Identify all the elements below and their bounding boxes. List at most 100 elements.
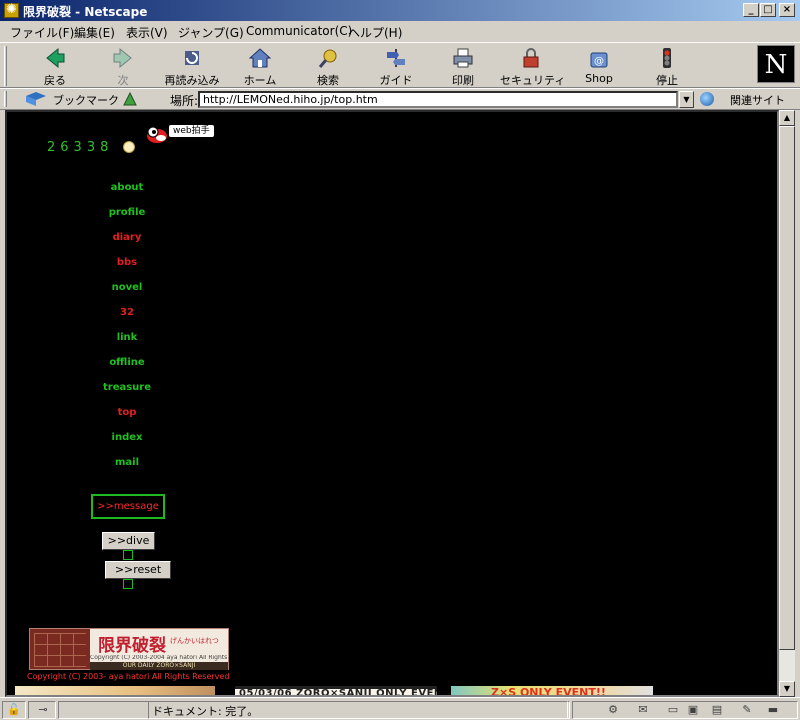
nav-offline[interactable]: offline <box>67 357 187 368</box>
home-button[interactable]: ホーム <box>229 47 291 87</box>
vertical-scrollbar[interactable]: ▲ ▼ <box>779 110 795 697</box>
menu-help[interactable]: ヘルプ(H) <box>348 24 402 41</box>
site-banner[interactable]: 限界破裂 げんかいはれつ Copyright (C) 2003-2004 aya… <box>29 628 229 670</box>
close-button[interactable]: × <box>779 3 795 17</box>
nav-top[interactable]: top <box>67 407 187 418</box>
event-banner-zs[interactable]: Z×S ONLY EVENT!! <box>451 686 653 697</box>
banner-title: 限界破裂 <box>98 636 166 656</box>
scroll-up-button[interactable]: ▲ <box>779 110 795 126</box>
task-icon[interactable]: ▬ <box>766 703 780 716</box>
window-title: 限界破裂 - Netscape <box>23 5 148 19</box>
message-box[interactable]: >>message <box>91 494 165 519</box>
clock-icon <box>123 141 135 153</box>
home-icon <box>248 47 272 69</box>
address-book-icon[interactable]: ▣ <box>686 703 700 716</box>
bookmarks-icon[interactable] <box>26 92 46 106</box>
event-banner-text: 05/03/06 ZORO×SANJI ONLY EVENT <box>239 688 437 697</box>
netscape-app-icon[interactable] <box>4 2 19 18</box>
security-label: セキュリティ <box>500 74 566 87</box>
mail-icon[interactable]: ✉ <box>636 703 650 716</box>
reload-label: 再読み込み <box>164 74 220 87</box>
search-label: 検索 <box>317 74 339 87</box>
copyright-text: Copyright (C) 2003- aya hatori All Right… <box>27 672 230 681</box>
home-label: ホーム <box>243 74 277 87</box>
nav-32[interactable]: 32 <box>67 307 187 318</box>
newsgroups-icon[interactable]: ▭ <box>666 703 680 716</box>
event-banner-illustration[interactable] <box>15 686 215 695</box>
event-banner-only-event[interactable]: 05/03/06 ZORO×SANJI ONLY EVENT <box>235 686 437 697</box>
nav-about[interactable]: about <box>67 182 187 193</box>
back-button[interactable]: 戻る <box>24 47 86 87</box>
menu-file[interactable]: ファイル(F) <box>10 24 74 41</box>
security-button[interactable]: セキュリティ <box>500 47 566 87</box>
forward-arrow-icon <box>112 47 134 69</box>
netscape-logo[interactable]: N <box>757 45 795 83</box>
banner-subtitle: げんかいはれつ <box>170 637 219 645</box>
url-dropdown-button[interactable]: ▼ <box>679 91 694 108</box>
menu-bar: ファイル(F) 編集(E) 表示(V) ジャンプ(G) Communicator… <box>0 21 800 41</box>
guide-button[interactable]: ガイド <box>365 47 427 87</box>
menu-jump[interactable]: ジャンプ(G) <box>178 24 244 41</box>
banner-fineprint: Copyright (C) 2003-2004 aya hatori All R… <box>90 655 228 661</box>
composer-icon[interactable]: ▤ <box>710 703 724 716</box>
print-button[interactable]: 印刷 <box>432 47 494 87</box>
menu-view[interactable]: 表示(V) <box>126 24 168 41</box>
stop-button[interactable]: 停止 <box>636 47 698 87</box>
pen-icon[interactable]: ✎ <box>740 703 754 716</box>
nav-index[interactable]: index <box>67 432 187 443</box>
nav-diary[interactable]: diary <box>67 232 187 243</box>
stop-icon <box>656 47 678 69</box>
search-button[interactable]: 検索 <box>297 47 359 87</box>
menu-edit[interactable]: 編集(E) <box>74 24 115 41</box>
nav-link[interactable]: link <box>67 332 187 343</box>
page-proxy-icon[interactable] <box>122 91 138 107</box>
status-bar: 🔓 ⊸ ドキュメント: 完了。 ⚙ ✉ ▭ ▣ ▤ ✎ ▬ <box>0 697 800 720</box>
bookmarks-button[interactable]: ブックマーク <box>53 92 119 108</box>
nav-mail[interactable]: mail <box>67 457 187 468</box>
shop-label: Shop <box>585 72 613 85</box>
forward-button[interactable]: 次 <box>92 47 154 87</box>
maximize-button[interactable]: □ <box>760 3 776 17</box>
location-label: 場所: <box>170 94 199 108</box>
nav-treasure[interactable]: treasure <box>67 382 187 393</box>
location-grip[interactable] <box>4 91 7 107</box>
reload-icon <box>181 47 203 69</box>
reset-checkbox[interactable] <box>123 579 133 589</box>
plug-icon: ⊸ <box>38 703 48 716</box>
url-field[interactable]: http://LEMONed.hiho.jp/top.htm <box>198 91 678 108</box>
print-label: 印刷 <box>452 74 474 87</box>
navigation-toolbar: 戻る 次 再読み込み ホーム 検索 ガイド 印刷 セキュリティ @ Shop 停… <box>0 42 800 88</box>
page-content: 26338 web拍手 about profile diary bbs nove… <box>5 110 779 697</box>
guide-icon <box>385 47 407 69</box>
padlock-status-icon[interactable]: 🔓 <box>7 703 21 716</box>
nav-novel[interactable]: novel <box>67 282 187 293</box>
stop-label: 停止 <box>656 74 678 87</box>
reset-button[interactable]: >>reset <box>105 561 171 579</box>
navigator-icon[interactable]: ⚙ <box>606 703 620 716</box>
nav-profile[interactable]: profile <box>67 207 187 218</box>
back-arrow-icon <box>44 47 66 69</box>
svg-text:@: @ <box>594 56 604 67</box>
toolbar-grip[interactable] <box>4 46 7 86</box>
visitor-counter: 26338 <box>47 140 114 155</box>
related-sites-icon[interactable] <box>700 92 714 106</box>
related-sites-button[interactable]: 関連サイト <box>730 92 785 108</box>
dive-checkbox[interactable] <box>123 550 133 560</box>
guide-label: ガイド <box>379 74 413 87</box>
menu-communicator[interactable]: Communicator(C) <box>246 24 352 38</box>
scroll-thumb[interactable] <box>779 126 795 650</box>
nav-bbs[interactable]: bbs <box>67 257 187 268</box>
shop-button[interactable]: @ Shop <box>568 47 630 87</box>
web-clap-button[interactable]: web拍手 <box>169 125 214 137</box>
event-banner-zs-text: Z×S ONLY EVENT!! <box>491 686 606 697</box>
title-bar: 限界破裂 - Netscape _ □ × <box>0 0 800 21</box>
printer-icon <box>452 47 474 69</box>
clap-mascot-icon[interactable] <box>145 124 169 144</box>
forward-label: 次 <box>117 74 129 87</box>
dive-button[interactable]: >>dive <box>102 532 155 550</box>
reload-button[interactable]: 再読み込み <box>161 47 223 87</box>
minimize-button[interactable]: _ <box>743 3 759 17</box>
back-label: 戻る <box>44 74 66 87</box>
scroll-down-button[interactable]: ▼ <box>779 681 795 697</box>
status-text: ドキュメント: 完了。 <box>152 705 259 718</box>
